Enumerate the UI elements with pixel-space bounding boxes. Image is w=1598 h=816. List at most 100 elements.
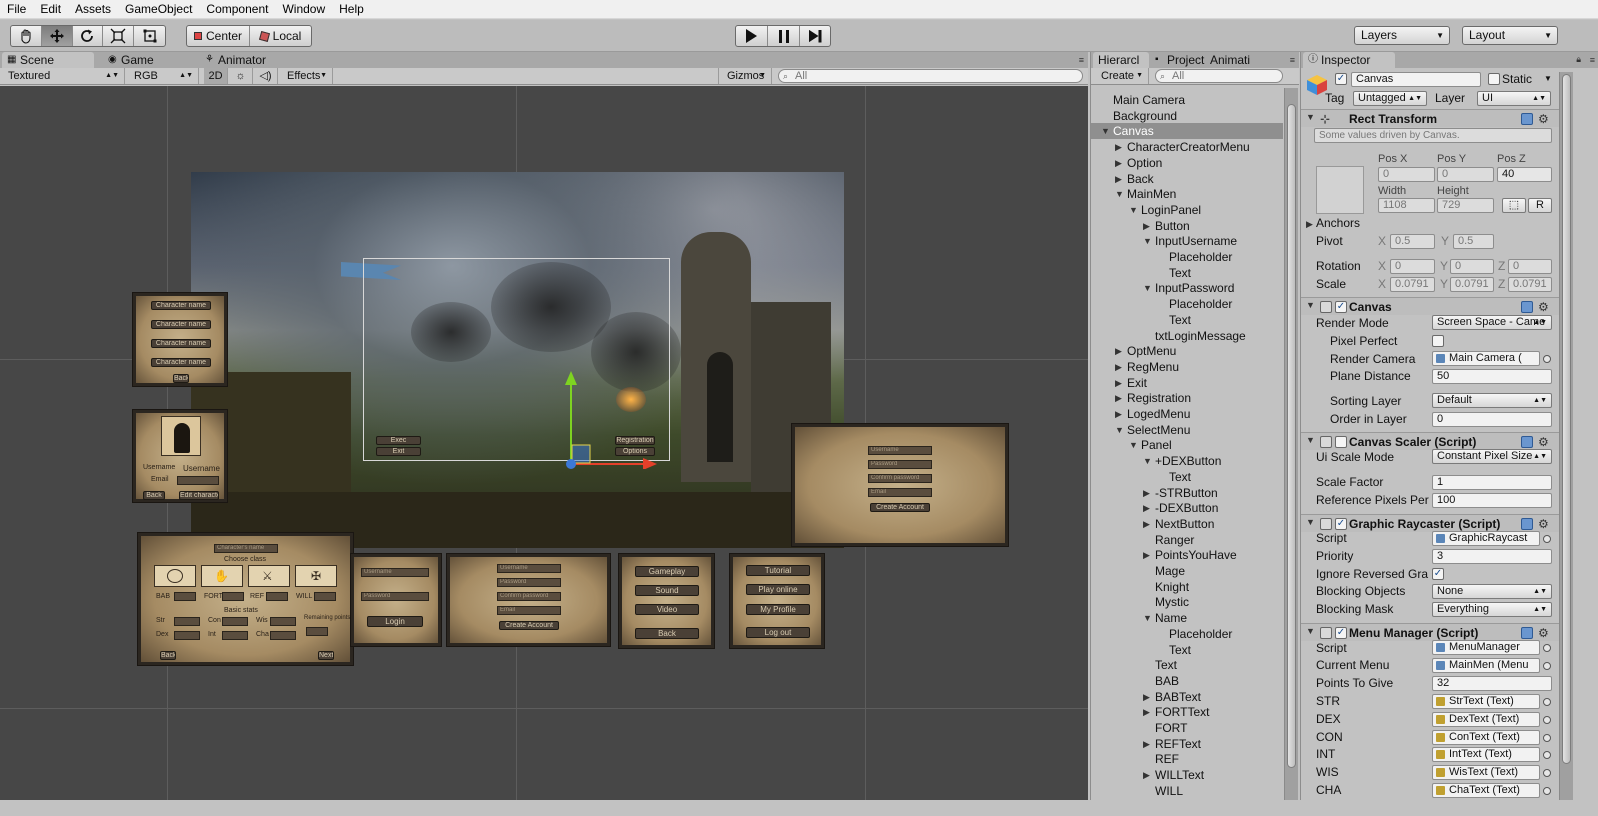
object-picker-icon[interactable] [1543, 355, 1551, 363]
fold-closed-icon[interactable]: ▶ [1143, 736, 1153, 752]
object-picker-icon[interactable] [1543, 698, 1551, 706]
hierarchy-item[interactable]: ▶ -STRButton [1091, 485, 1283, 501]
fold-closed-icon[interactable]: ▶ [1143, 547, 1153, 563]
hierarchy-item[interactable]: ▼ LoginPanel [1091, 202, 1283, 218]
object-picker-icon[interactable] [1543, 751, 1551, 760]
audio-toggle[interactable]: ◁) [254, 68, 278, 84]
fold-closed-icon[interactable]: ▶ [1143, 689, 1153, 705]
character-slot-button[interactable]: Character name [151, 320, 211, 329]
hierarchy-item[interactable]: ▼ Canvas [1091, 123, 1283, 140]
canvas-component-header[interactable]: ▼ ✓ Canvas ⚙ [1301, 297, 1559, 315]
mini-exit-button[interactable]: Exit [376, 447, 421, 456]
stat-ref-field[interactable]: ConText (Text) [1432, 729, 1540, 745]
raw-edit-button[interactable]: R [1528, 198, 1552, 213]
gizmo-x-arrow[interactable] [643, 458, 657, 469]
canvas-scaler-header[interactable]: ▼ Canvas Scaler (Script) ⚙ [1301, 432, 1559, 450]
hierarchy-item[interactable]: Placeholder [1091, 249, 1283, 265]
hierarchy-item[interactable]: ▶ OptMenu [1091, 343, 1283, 359]
login-password-input[interactable]: Password [361, 592, 429, 601]
current-menu-field[interactable]: MainMen (Menu [1432, 658, 1540, 673]
attr-field-wis[interactable] [270, 617, 296, 626]
login-username-input[interactable]: Username [361, 568, 429, 577]
hierarchy-item[interactable]: REF [1091, 751, 1283, 767]
hierarchy-item[interactable]: ▼ SelectMenu [1091, 422, 1283, 438]
fold-closed-icon[interactable]: ▶ [1115, 171, 1125, 187]
hierarchy-item[interactable]: ▶ RegMenu [1091, 359, 1283, 375]
color-mode-dropdown[interactable]: RGB ▲▼ [126, 68, 199, 84]
tab-scene[interactable]: ▦ Scene [2, 52, 94, 68]
blocking-objects-dropdown[interactable]: None ▲▼ [1432, 584, 1552, 599]
inspector-scrollbar[interactable] [1559, 72, 1573, 800]
register-create-button[interactable]: Create Account [499, 621, 559, 630]
render-mode-dropdown[interactable]: Screen Space - Came ▲▼ [1432, 315, 1552, 330]
registration-username-input[interactable]: Username [868, 446, 932, 455]
menu-window[interactable]: Window [275, 0, 332, 19]
gizmo-y-arrow[interactable] [565, 371, 577, 385]
chevron-down-icon[interactable]: ▼ [1544, 74, 1552, 83]
fold-closed-icon[interactable]: ▶ [1115, 155, 1125, 171]
scene-viewport[interactable]: Exec Exit Registration Options Character… [0, 86, 1088, 800]
stat-ref-field[interactable]: IntText (Text) [1432, 747, 1540, 763]
layer-dropdown[interactable]: UI ▲▼ [1477, 91, 1551, 106]
anchor-presets-button[interactable] [1316, 166, 1364, 214]
register-username-input[interactable]: Username [497, 564, 561, 573]
fold-closed-icon[interactable]: ▶ [1115, 375, 1125, 391]
hierarchy-item[interactable]: ▶ Option [1091, 155, 1283, 171]
hierarchy-item[interactable]: Background [1091, 108, 1283, 124]
register-confirm-input[interactable]: Confirm password [497, 592, 561, 601]
tab-animation[interactable]: Animati [1207, 52, 1267, 68]
attr-field-str[interactable] [174, 617, 200, 626]
inspector-scroll-thumb[interactable] [1562, 74, 1571, 764]
profile-email-field[interactable] [177, 476, 219, 485]
fold-closed-icon[interactable]: ▶ [1115, 343, 1125, 359]
hierarchy-item[interactable]: ▶ Back [1091, 171, 1283, 187]
fold-closed-icon[interactable]: ▶ [1115, 390, 1125, 406]
help-icon[interactable] [1521, 627, 1533, 639]
logged-play-online-button[interactable]: Play online [746, 584, 810, 595]
pos-x-field[interactable]: 0 [1378, 167, 1435, 182]
gear-icon[interactable]: ⚙ [1538, 436, 1549, 448]
character-slot-button[interactable]: Character name [151, 301, 211, 310]
fold-closed-icon[interactable]: ▶ [1115, 406, 1125, 422]
fold-open-icon[interactable]: ▼ [1143, 233, 1153, 249]
create-dropdown[interactable]: Create ▼ [1093, 68, 1149, 84]
rotate-tool-button[interactable] [73, 26, 104, 46]
hierarchy-item[interactable]: ▶ BABText [1091, 689, 1283, 705]
layers-dropdown[interactable]: Layers ▼ [1354, 26, 1450, 45]
attr-field-int[interactable] [222, 631, 248, 640]
fold-open-icon[interactable]: ▼ [1129, 202, 1139, 218]
fold-closed-icon[interactable]: ▶ [1143, 704, 1153, 720]
profile-select-button[interactable]: Edit character [179, 491, 219, 500]
effects-dropdown[interactable]: Effects ▼ [279, 68, 333, 84]
graphic-raycaster-enabled-checkbox[interactable]: ✓ [1335, 518, 1347, 530]
pivot-y-field[interactable]: 0.5 [1453, 234, 1494, 249]
class-option-ranger[interactable] [154, 565, 196, 587]
lighting-toggle[interactable]: ☼ [229, 68, 253, 84]
menu-edit[interactable]: Edit [33, 0, 68, 19]
hierarchy-item[interactable]: ▶ WILLText [1091, 767, 1283, 783]
object-name-input[interactable]: Canvas [1351, 72, 1481, 87]
options-video-button[interactable]: Video [635, 604, 699, 615]
hierarchy-item[interactable]: ▶ REFText [1091, 736, 1283, 752]
hierarchy-item[interactable]: ▶ Exit [1091, 375, 1283, 391]
attr-field-dex[interactable] [174, 631, 200, 640]
move-tool-button[interactable] [41, 26, 73, 46]
pivot-center-button[interactable]: Center [187, 26, 250, 46]
gizmos-dropdown[interactable]: Gizmos ▼ [718, 68, 772, 84]
stat-ref-field[interactable]: ChaText (Text) [1432, 783, 1540, 798]
gear-icon[interactable]: ⚙ [1538, 518, 1549, 530]
class-option-knight[interactable]: ⚔ [248, 565, 290, 587]
class-option-mage[interactable]: ✋ [201, 565, 243, 587]
space-local-button[interactable]: Local [250, 26, 311, 46]
panel-menu-icon[interactable]: ≡ [1079, 55, 1084, 65]
hierarchy-item[interactable]: ▼ +DEXButton [1091, 453, 1283, 469]
gizmo-plane-handle[interactable] [571, 444, 591, 464]
logged-logout-button[interactable]: Log out [746, 627, 810, 638]
fold-closed-icon[interactable]: ▶ [1115, 139, 1125, 155]
blocking-mask-dropdown[interactable]: Everything ▲▼ [1432, 602, 1552, 617]
lock-icon[interactable]: 🔒︎ [1576, 54, 1581, 65]
register-password-input[interactable]: Password [497, 578, 561, 587]
object-picker-icon[interactable] [1543, 662, 1551, 670]
registration-password-input[interactable]: Password [868, 460, 932, 469]
fold-closed-icon[interactable]: ▶ [1143, 485, 1153, 501]
